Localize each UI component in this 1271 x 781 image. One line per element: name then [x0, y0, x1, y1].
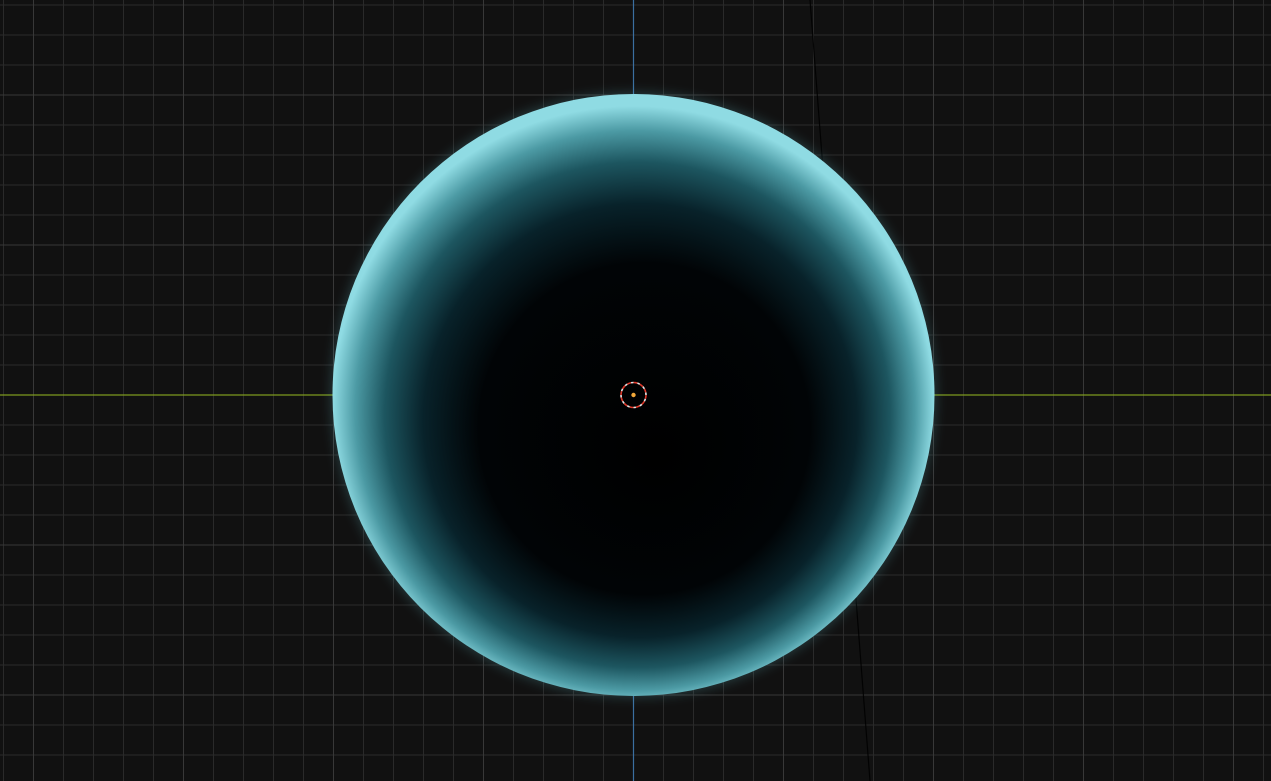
origin-gizmo: [620, 381, 647, 409]
3d-viewport[interactable]: [0, 0, 1271, 781]
origin-marker-icon[interactable]: [620, 381, 647, 409]
